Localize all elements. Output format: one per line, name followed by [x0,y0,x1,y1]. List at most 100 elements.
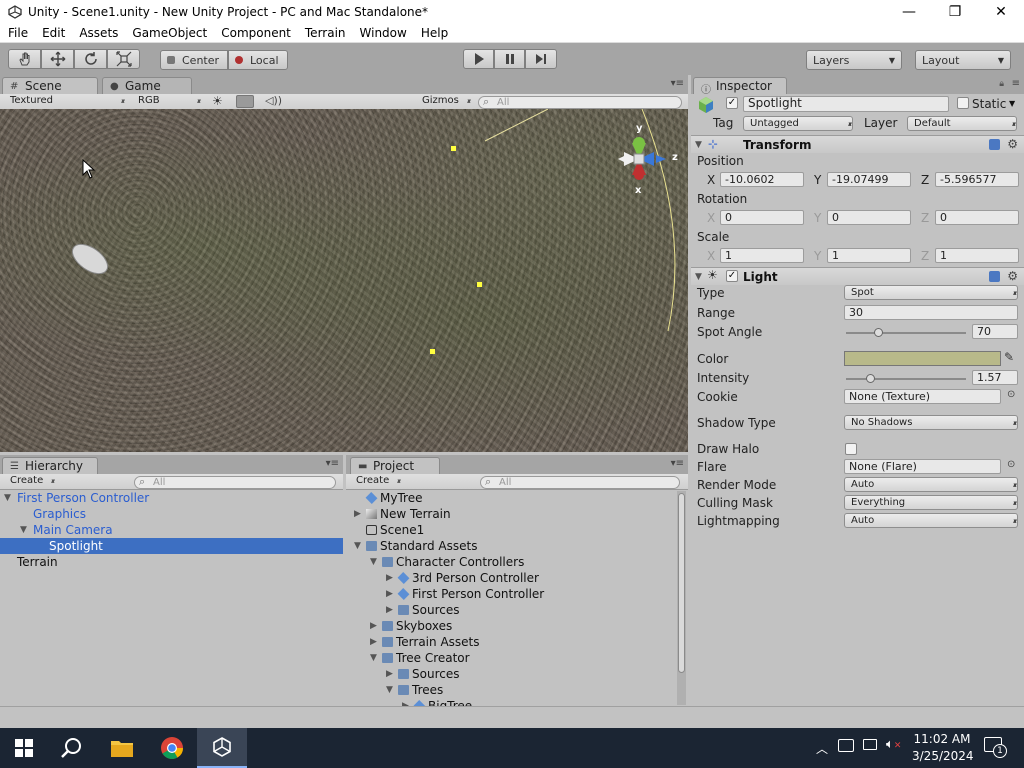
position-z-input[interactable]: -5.596577 [935,172,1019,187]
move-tool-button[interactable] [41,49,74,69]
scale-x-input[interactable]: 1 [720,248,804,263]
collapsed-triangle-icon[interactable]: ▶ [386,586,393,602]
play-button[interactable] [463,49,494,69]
tab-hierarchy[interactable]: ☰ Hierarchy [2,457,98,474]
render-mode-dropdown[interactable]: Auto [844,477,1018,492]
layers-dropdown[interactable]: Layers ▼ [806,50,902,70]
project-item[interactable]: ▶ Skyboxes [346,618,676,634]
rotation-y-input[interactable]: 0 [827,210,911,225]
shadow-type-dropdown[interactable]: No Shadows [844,415,1018,430]
project-item[interactable]: ▶ New Terrain [346,506,676,522]
cookie-field[interactable]: None (Texture) [844,389,1001,404]
culling-mask-dropdown[interactable]: Everything [844,495,1018,510]
expanded-triangle-icon[interactable]: ▼ [4,490,11,506]
range-input[interactable]: 30 [844,305,1018,320]
help-book-icon[interactable] [989,139,1000,150]
project-item[interactable]: ▶ 3rd Person Controller [346,570,676,586]
capsule-object[interactable] [67,239,112,280]
project-search-input[interactable]: All [480,476,680,489]
hierarchy-item[interactable]: ▼ Main Camera [0,522,343,538]
intensity-slider-thumb[interactable] [866,374,875,383]
chevron-up-icon[interactable]: ︿ [816,740,828,757]
tab-project[interactable]: ▬ Project [350,457,440,474]
menu-component[interactable]: Component [213,26,297,40]
close-button[interactable]: ✕ [978,0,1024,23]
hand-tool-button[interactable] [8,49,41,69]
help-book-icon[interactable] [989,271,1000,282]
menu-assets[interactable]: Assets [71,26,124,40]
layer-dropdown[interactable]: Default [907,116,1017,131]
object-picker-icon[interactable]: ⊙ [1007,389,1015,400]
minimize-button[interactable]: — [886,0,932,23]
file-explorer-button[interactable] [98,728,146,768]
network-icon[interactable] [863,739,877,750]
expanded-triangle-icon[interactable]: ▼ [370,650,377,666]
project-item[interactable]: ▶ BigTree [346,698,676,706]
gear-icon[interactable]: ⚙ [1007,269,1018,283]
project-item[interactable]: ▼ Standard Assets [346,538,676,554]
pause-button[interactable] [494,49,525,69]
scene-lighting-icon[interactable]: ☀ [212,94,223,108]
expanded-triangle-icon[interactable]: ▼ [20,522,27,538]
expanded-triangle-icon[interactable]: ▼ [370,554,377,570]
active-checkbox[interactable]: ✓ [726,97,738,109]
color-mode-dropdown[interactable]: RGB [132,95,202,109]
layout-dropdown[interactable]: Layout ▼ [915,50,1011,70]
hierarchy-item[interactable]: ▼ First Person Controller [0,490,343,506]
project-item[interactable]: MyTree [346,490,676,506]
light-handle[interactable] [477,282,482,287]
hierarchy-create-dropdown[interactable]: Create [4,475,56,489]
display-icon[interactable] [838,739,854,752]
collapsed-triangle-icon[interactable]: ▶ [386,602,393,618]
menu-edit[interactable]: Edit [34,26,71,40]
render-mode-dropdown[interactable]: Textured [4,95,126,109]
chevron-down-icon[interactable]: ▼ [1009,99,1015,108]
clock-date[interactable]: 3/25/2024 [912,749,974,763]
scrollbar-thumb[interactable] [678,493,685,673]
panel-menu-icon[interactable]: ≡ [1012,78,1020,89]
tab-scene[interactable]: # Scene [2,77,98,94]
project-item[interactable]: Scene1 [346,522,676,538]
maximize-button[interactable]: ❐ [932,0,978,23]
step-button[interactable] [525,49,557,69]
search-button[interactable] [48,728,96,768]
collapsed-triangle-icon[interactable]: ▶ [402,698,409,706]
unity-taskbar-button[interactable] [197,728,247,768]
transform-header[interactable]: ▼ ⊹ Transform ⚙ [691,135,1024,153]
light-color-swatch[interactable] [844,351,1001,366]
project-item[interactable]: ▶ First Person Controller [346,586,676,602]
flare-field[interactable]: None (Flare) [844,459,1001,474]
space-local-button[interactable]: Local [228,50,288,70]
static-checkbox[interactable] [957,97,969,109]
project-item[interactable]: ▶ Sources [346,666,676,682]
expanded-triangle-icon[interactable]: ▼ [354,538,361,554]
gizmos-dropdown[interactable]: Gizmos [416,95,472,109]
notification-icon[interactable]: 1 [984,737,1007,758]
start-button[interactable] [0,728,48,768]
chrome-button[interactable] [148,728,196,768]
collapsed-triangle-icon[interactable]: ▶ [354,506,361,522]
light-type-dropdown[interactable]: Spot [844,285,1018,300]
object-name-input[interactable]: Spotlight [743,96,949,112]
clock-time[interactable]: 11:02 AM [912,732,972,746]
light-handle[interactable] [430,349,435,354]
hierarchy-item[interactable]: Graphics [0,506,343,522]
collapsed-triangle-icon[interactable]: ▶ [370,618,377,634]
project-item[interactable]: ▶ Terrain Assets [346,634,676,650]
spot-angle-input[interactable]: 70 [972,324,1018,339]
position-x-input[interactable]: -10.0602 [720,172,804,187]
spot-angle-slider[interactable] [846,332,966,334]
scale-z-input[interactable]: 1 [935,248,1019,263]
position-y-input[interactable]: -19.07499 [827,172,911,187]
draw-halo-checkbox[interactable] [845,443,857,455]
scene-search-input[interactable]: All [478,96,682,109]
collapsed-triangle-icon[interactable]: ▶ [386,570,393,586]
hierarchy-search-input[interactable]: All [134,476,336,489]
volume-muted-icon[interactable]: 🔈︎✕ [886,737,901,752]
tag-dropdown[interactable]: Untagged [743,116,853,131]
expanded-triangle-icon[interactable]: ▼ [695,140,702,150]
object-picker-icon[interactable]: ⊙ [1007,459,1015,470]
scene-viewport[interactable]: y z x [0,109,688,452]
lock-icon[interactable]: 🔒︎ [999,79,1004,89]
scale-tool-button[interactable] [107,49,140,69]
